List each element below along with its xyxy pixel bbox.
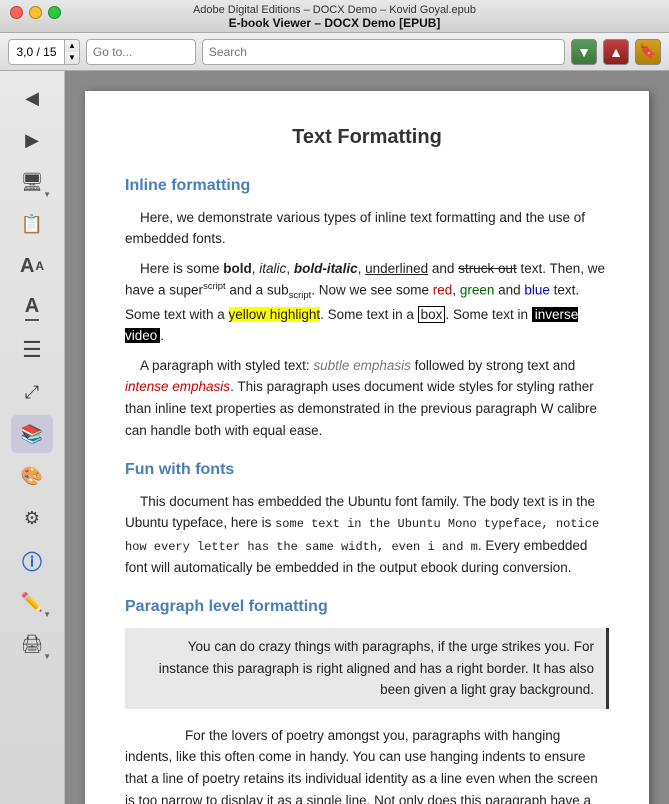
bookmarks-list-button[interactable]: 📚 xyxy=(11,415,53,453)
list-icon: ☰ xyxy=(22,337,42,363)
monitor-button[interactable]: 🖥 ▼ xyxy=(11,163,53,201)
page-navigation: 3,0 / 15 ▲ ▼ xyxy=(8,39,80,65)
pen-button[interactable]: ✏️ ▼ xyxy=(11,583,53,621)
search-input[interactable] xyxy=(209,45,558,59)
color-icon: 🎨 xyxy=(21,466,43,487)
font-large-button[interactable]: A A xyxy=(11,247,53,285)
subtle-emphasis-text: subtle emphasis xyxy=(313,358,411,373)
superscript-text: script xyxy=(203,281,226,292)
strikethrough-text: struck out xyxy=(458,261,517,276)
sidebar: ◀ ▶ 🖥 ▼ 📋 A A A ☰ ⤢ xyxy=(0,71,65,804)
intense-emphasis-text: intense emphasis xyxy=(125,379,230,394)
info-icon: ⓘ xyxy=(22,546,42,575)
yellow-highlight-text: yellow highlight xyxy=(229,307,321,322)
poetry-para: For the lovers of poetry amongst you, pa… xyxy=(125,725,609,804)
subscript-text: script xyxy=(289,291,312,302)
font-size-icon: A xyxy=(25,295,39,321)
pen-icon: ✏️ xyxy=(21,592,43,613)
back-icon: ◀ xyxy=(25,88,39,109)
bold-text: bold xyxy=(223,261,252,276)
fonts-para-1: This document has embedded the Ubuntu fo… xyxy=(125,491,609,579)
green-text: green xyxy=(460,283,495,298)
italic-text: italic xyxy=(259,261,286,276)
color-button[interactable]: 🎨 xyxy=(11,457,53,495)
toolbar: 3,0 / 15 ▲ ▼ ▼ ▲ 🔖 xyxy=(0,33,669,71)
forward-button[interactable]: ▶ xyxy=(11,121,53,159)
page-up-arrow[interactable]: ▲ xyxy=(65,40,79,52)
app-title: Adobe Digital Editions – DOCX Demo – Kov… xyxy=(0,4,669,16)
inline-para-3: A paragraph with styled text: subtle emp… xyxy=(125,355,609,441)
underline-text: underlined xyxy=(365,261,428,276)
expand-icon: ⤢ xyxy=(25,382,39,403)
close-button[interactable] xyxy=(10,6,23,19)
print-icon: 🖨 xyxy=(21,634,44,655)
settings-button[interactable]: ⚙ xyxy=(11,499,53,537)
back-button[interactable]: ◀ xyxy=(11,79,53,117)
print-button[interactable]: 🖨 ▼ xyxy=(11,625,53,663)
goto-input[interactable] xyxy=(86,39,196,65)
page-input[interactable]: 3,0 / 15 xyxy=(9,43,64,61)
settings-icon: ⚙ xyxy=(24,508,40,529)
bookmark-toolbar-button[interactable]: 🔖 xyxy=(635,39,661,65)
font-small-button[interactable]: A xyxy=(11,289,53,327)
font-small-icon: A xyxy=(35,259,44,273)
bookmarks-list-icon: 📚 xyxy=(21,424,43,445)
boxed-text: box xyxy=(418,306,446,323)
forward-icon: ▶ xyxy=(25,130,39,151)
list-button[interactable]: ☰ xyxy=(11,331,53,369)
inline-para-2: Here is some bold, italic, bold-italic, … xyxy=(125,258,609,347)
toc-button[interactable]: 📋 xyxy=(11,205,53,243)
content-wrapper: Text Formatting Inline formatting Here, … xyxy=(65,71,669,804)
filter-green-button[interactable]: ▼ xyxy=(571,39,597,65)
minimize-button[interactable] xyxy=(29,6,42,19)
section-heading-inline: Inline formatting xyxy=(125,173,609,199)
pen-dropdown-icon: ▼ xyxy=(43,610,51,619)
maximize-button[interactable] xyxy=(48,6,61,19)
font-large-icon: A xyxy=(20,255,34,278)
content-scroll[interactable]: Text Formatting Inline formatting Here, … xyxy=(65,71,669,804)
toc-icon: 📋 xyxy=(21,214,43,235)
bold-italic-text: bold-italic xyxy=(294,261,358,276)
search-container[interactable] xyxy=(202,39,565,65)
window-title: E-book Viewer – DOCX Demo [EPUB] xyxy=(0,16,669,30)
filter-red-button[interactable]: ▲ xyxy=(603,39,629,65)
page-down-arrow[interactable]: ▼ xyxy=(65,52,79,64)
info-button[interactable]: ⓘ xyxy=(11,541,53,579)
red-text: red xyxy=(433,283,453,298)
section-heading-paragraph: Paragraph level formatting xyxy=(125,594,609,620)
print-dropdown-icon: ▼ xyxy=(43,652,51,661)
inline-para-1: Here, we demonstrate various types of in… xyxy=(125,207,609,250)
nav-arrows: ▲ ▼ xyxy=(64,40,79,64)
section-heading-fonts: Fun with fonts xyxy=(125,457,609,483)
page-title: Text Formatting xyxy=(125,121,609,153)
title-bar: Adobe Digital Editions – DOCX Demo – Kov… xyxy=(0,0,669,33)
dropdown-arrow-icon: ▼ xyxy=(43,190,51,199)
mono-text-1: some text in the Ubuntu Mono typeface, n… xyxy=(125,517,599,553)
right-aligned-paragraph: You can do crazy things with paragraphs,… xyxy=(125,628,609,709)
inverse-text: inverse video xyxy=(125,307,578,344)
monitor-icon: 🖥 xyxy=(21,172,44,193)
blue-text: blue xyxy=(524,283,550,298)
book-page: Text Formatting Inline formatting Here, … xyxy=(85,91,649,804)
expand-button[interactable]: ⤢ xyxy=(11,373,53,411)
